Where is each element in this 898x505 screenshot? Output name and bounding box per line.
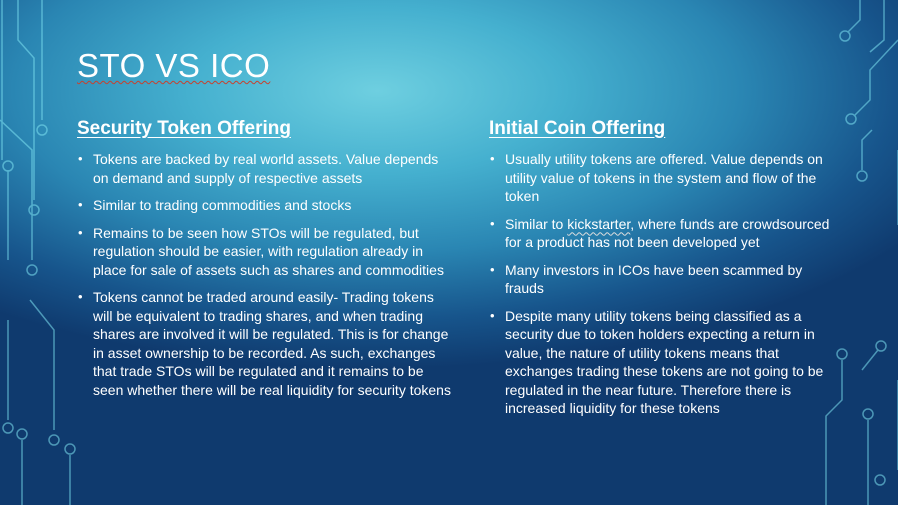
- bullet-icon: •: [490, 307, 495, 323]
- list-item: • Tokens cannot be traded around easily- …: [77, 288, 457, 399]
- ico-column: Initial Coin Offering • Usually utility t…: [489, 116, 834, 427]
- bullet-icon: •: [78, 197, 83, 212]
- bullet-text: Similar to kickstarter, where funds are …: [505, 215, 830, 251]
- list-item: • Despite many utility tokens being class…: [489, 307, 834, 418]
- bullet-text: Similar to trading commodities and stock…: [93, 197, 352, 213]
- list-item: • Tokens are backed by real world assets.…: [77, 150, 457, 187]
- bullet-icon: •: [78, 151, 83, 166]
- bullet-icon: •: [78, 224, 83, 240]
- bullet-text: Usually utility tokens are offered. Valu…: [505, 151, 823, 204]
- bullet-icon: •: [490, 261, 495, 277]
- sto-column: Security Token Offering • Tokens are back…: [77, 116, 457, 408]
- sto-bullet-list: • Tokens are backed by real world assets.…: [77, 150, 457, 399]
- list-item: • Usually utility tokens are offered. Val…: [489, 150, 834, 206]
- list-item: • Similar to kickstarter, where funds are…: [489, 215, 834, 252]
- bullet-text: Remains to be seen how STOs will be regu…: [93, 224, 444, 278]
- list-item: • Similar to trading commodities and stoc…: [77, 196, 457, 215]
- bullet-text: Many investors in ICOs have been scammed…: [505, 261, 803, 297]
- ico-bullet-list: • Usually utility tokens are offered. Val…: [489, 150, 834, 418]
- sto-heading: Security Token Offering: [77, 118, 291, 139]
- bullet-icon: •: [490, 215, 495, 231]
- bullet-text: Despite many utility tokens being classi…: [505, 307, 824, 417]
- list-item: • Remains to be seen how STOs will be reg…: [77, 224, 457, 280]
- bullet-icon: •: [78, 289, 83, 304]
- kickstarter-word: kickstarter: [567, 215, 631, 232]
- bullet-text: Tokens cannot be traded around easily- T…: [93, 289, 451, 398]
- list-item: • Many investors in ICOs have been scamme…: [489, 261, 834, 298]
- ico-heading: Initial Coin Offering: [489, 118, 666, 139]
- slide-title: STO VS ICO: [77, 47, 271, 84]
- bullet-text: Tokens are backed by real world assets. …: [93, 151, 439, 186]
- bullet-icon: •: [490, 151, 495, 166]
- slide: STO VS ICO Security Token Offering • Toke…: [0, 0, 898, 505]
